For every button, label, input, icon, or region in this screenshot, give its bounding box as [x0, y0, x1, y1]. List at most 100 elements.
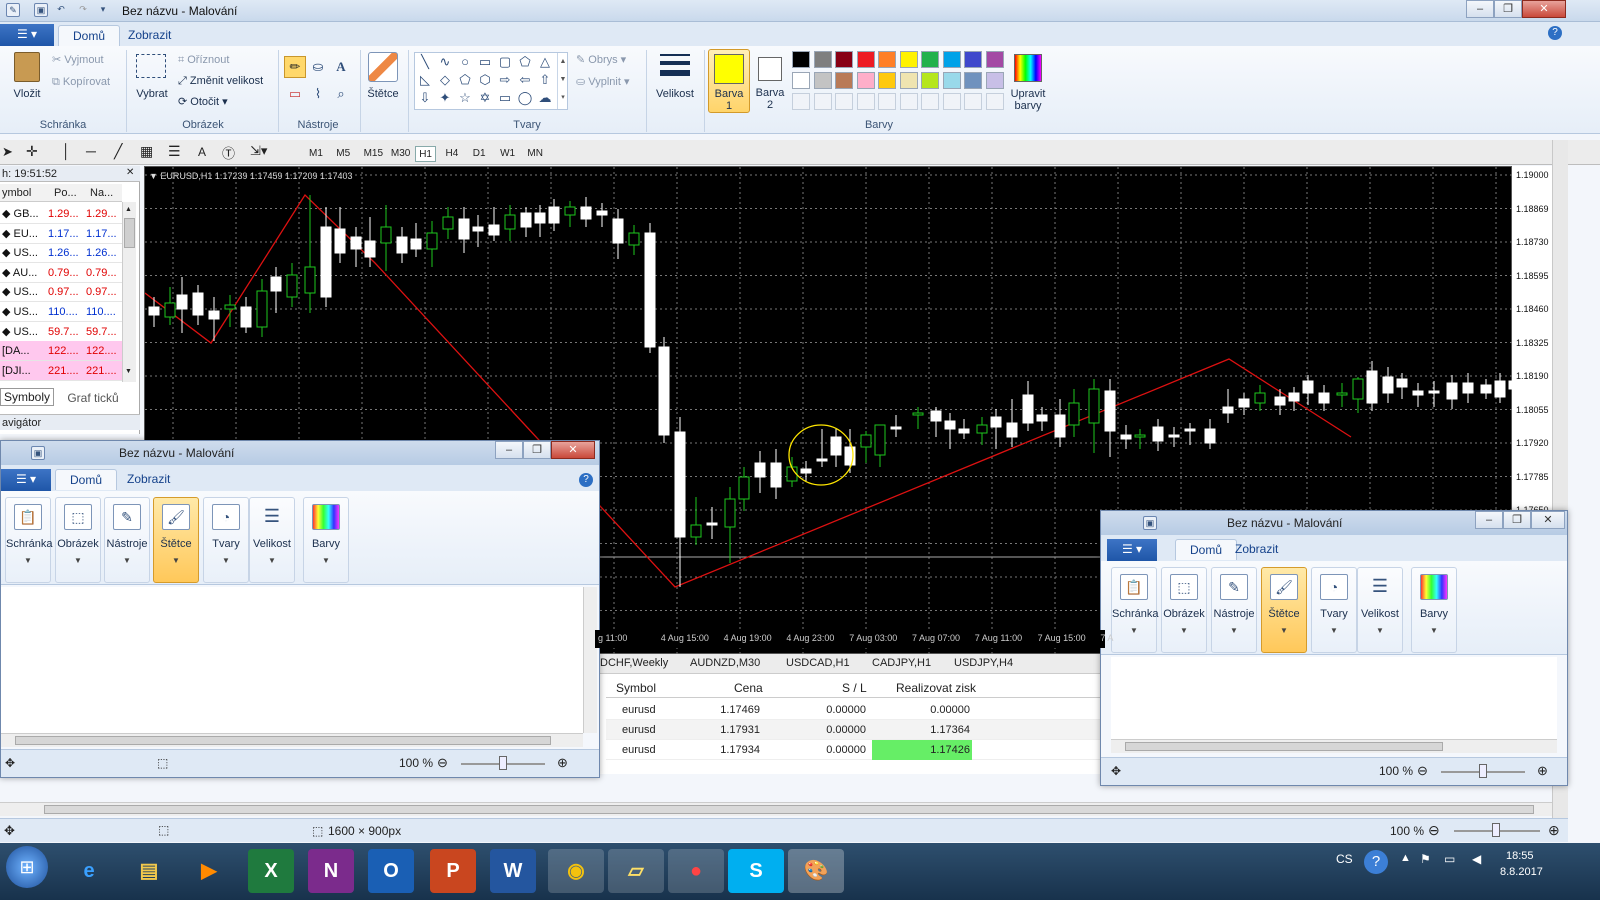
timeframe-m15[interactable]: M15	[361, 146, 386, 162]
palette-empty-slot[interactable]	[856, 93, 875, 110]
star5-shape-icon[interactable]: ☆	[457, 90, 473, 106]
zoom-slider-thumb[interactable]	[1479, 764, 1487, 778]
palette-color[interactable]	[942, 51, 961, 68]
market-watch-row[interactable]: ◆ GB... 1.29... 1.29...	[0, 204, 122, 224]
paint-left-image-button[interactable]: ⬚ Obrázek ▼	[55, 497, 101, 583]
paint-right-tab-view[interactable]: Zobrazit	[1221, 539, 1292, 560]
paint-left-close[interactable]: ✕	[551, 441, 595, 459]
paint-left-clipboard-button[interactable]: 📋 Schránka ▼	[5, 497, 52, 583]
outlook-icon[interactable]: O	[368, 849, 414, 893]
zoom-out-icon[interactable]: ⊖	[437, 755, 448, 771]
language-indicator[interactable]: CS	[1336, 852, 1353, 866]
main-hscroll[interactable]	[0, 802, 1552, 816]
palette-empty-slot[interactable]	[964, 93, 982, 110]
timeframe-m1[interactable]: M1	[306, 146, 326, 162]
paint-left-hscroll[interactable]	[1, 733, 583, 747]
shapes-scroll[interactable]: ▲ ▼ ▾	[557, 53, 568, 109]
zoom-in-icon[interactable]: ⊕	[557, 755, 568, 771]
market-watch-row[interactable]: [DJI... 221.... 221....	[0, 360, 122, 381]
star6-shape-icon[interactable]: ✡	[477, 90, 493, 106]
paint-left-shapes-button[interactable]: ◔ Tvary ▼	[203, 497, 249, 583]
market-watch-row[interactable]: ◆ US... 0.97... 0.97...	[0, 282, 122, 303]
paint-right-restore[interactable]: ❐	[1503, 511, 1531, 529]
close-button[interactable]: ✕	[1522, 0, 1566, 18]
polygon-shape-icon[interactable]: ⬠	[517, 54, 533, 70]
paint-left-minimize[interactable]: –	[495, 441, 523, 459]
file-menu-button[interactable]: ☰ ▾	[0, 24, 54, 46]
palette-empty-slot[interactable]	[835, 93, 853, 110]
rectangle-shape-icon[interactable]: ▭	[477, 54, 493, 70]
cut-button[interactable]: ✂ Vyjmout	[52, 52, 104, 68]
paint-right-save-icon[interactable]: ▣	[1143, 516, 1157, 530]
rounded-rect-shape-icon[interactable]: ▢	[497, 54, 513, 70]
market-watch-row[interactable]: [DA... 122.... 122....	[0, 341, 122, 362]
paint-right-hscroll[interactable]	[1111, 739, 1557, 753]
resize-button[interactable]: ⤢ Změnit velikost	[178, 73, 263, 89]
callout-oval-shape-icon[interactable]: ◯	[517, 90, 533, 106]
close-panel-icon[interactable]: ✕	[126, 167, 134, 178]
paste-button[interactable]: Vložit	[8, 50, 46, 112]
outline-button[interactable]: ✎ Obrys ▾	[576, 52, 626, 68]
color-picker-icon[interactable]: ⌇	[310, 86, 326, 102]
paint-left-brushes-button[interactable]: 🖌 Štětce ▼	[153, 497, 199, 583]
palette-color[interactable]	[813, 72, 832, 89]
paint-left-help-icon[interactable]: ?	[579, 473, 593, 487]
clock-date[interactable]: 8.8.2017	[1500, 866, 1543, 878]
palette-color[interactable]	[921, 72, 939, 89]
arrow-left-shape-icon[interactable]: ⇦	[517, 72, 533, 88]
palette-color[interactable]	[792, 51, 810, 68]
paint-left-file-menu[interactable]: ☰ ▾	[1, 469, 51, 491]
arrows-icon[interactable]: ⇲▾	[250, 143, 267, 159]
palette-color[interactable]	[835, 51, 853, 68]
market-watch-scrollbar[interactable]: ▲ ▼	[122, 202, 136, 382]
restore-button[interactable]: ❐	[1494, 0, 1522, 18]
paint-left-vscroll[interactable]	[583, 587, 597, 733]
horizontal-line-icon[interactable]: ─	[86, 143, 96, 159]
palette-color[interactable]	[792, 72, 810, 89]
arrow-right-shape-icon[interactable]: ⇨	[497, 72, 513, 88]
paint-left-tools-button[interactable]: ✎ Nástroje ▼	[104, 497, 150, 583]
market-watch-row[interactable]: ◆ US... 59.7... 59.7...	[0, 322, 122, 342]
magnifier-icon[interactable]: ⌕	[333, 86, 349, 102]
palette-color[interactable]	[964, 72, 982, 89]
timeframe-mn[interactable]: MN	[524, 146, 546, 162]
paint-right-brushes-button[interactable]: 🖌 Štětce ▼	[1261, 567, 1307, 653]
color2-button[interactable]: Barva 2	[752, 49, 788, 113]
shapes-gallery[interactable]: ╲ ∿ ○ ▭ ▢ ⬠ △ ◺ ◇ ⬠ ⬡ ⇨ ⇦ ⇧ ⇩ ✦ ☆ ✡ ▭ ◯ …	[414, 52, 568, 110]
symbol-tab-dchf[interactable]: DCHF,Weekly	[600, 657, 668, 669]
channel-icon[interactable]: ▦	[140, 143, 153, 160]
palette-color[interactable]	[856, 72, 875, 89]
symbol-tab-audnzd[interactable]: AUDNZD,M30	[690, 657, 760, 669]
hexagon-shape-icon[interactable]: ⬡	[477, 72, 493, 88]
size-button[interactable]: Velikost	[652, 50, 698, 112]
text-label-icon[interactable]: A	[198, 145, 206, 159]
paint-left-tab-home[interactable]: Domů	[55, 469, 118, 490]
zoom-out-icon[interactable]: ⊖	[1428, 822, 1440, 839]
paint-right-image-button[interactable]: ⬚ Obrázek ▼	[1161, 567, 1207, 653]
oval-shape-icon[interactable]: ○	[457, 54, 473, 70]
market-watch-row[interactable]: ◆ EU... 1.17... 1.17...	[0, 224, 122, 244]
callout-rect-shape-icon[interactable]: ▭	[497, 90, 513, 106]
zoom-slider-thumb[interactable]	[499, 756, 507, 770]
palette-color[interactable]	[985, 51, 1004, 68]
ie-icon[interactable]: e	[66, 849, 112, 893]
pencil-tool-icon[interactable]: ✏	[284, 56, 306, 78]
palette-color[interactable]	[942, 72, 961, 89]
market-watch-row[interactable]: ◆ AU... 0.79... 0.79...	[0, 263, 122, 283]
zoom-in-icon[interactable]: ⊕	[1537, 763, 1548, 779]
timeframe-h4[interactable]: H4	[443, 146, 462, 162]
help-icon[interactable]: ?	[1548, 26, 1562, 40]
palette-empty-slot[interactable]	[813, 93, 832, 110]
palette-color[interactable]	[964, 51, 982, 68]
line-shape-icon[interactable]: ╲	[417, 54, 433, 70]
volume-icon[interactable]: ◀	[1472, 852, 1481, 866]
paint-left-restore[interactable]: ❐	[523, 441, 551, 459]
text-tool-icon[interactable]: A	[333, 59, 349, 75]
color1-button[interactable]: Barva 1	[708, 49, 750, 113]
trade-row[interactable]: eurusd 1.17934 0.00000 1.17426	[606, 740, 1100, 760]
palette-empty-slot[interactable]	[792, 93, 810, 110]
select-button[interactable]: Vybrat	[132, 50, 172, 112]
zoom-slider-thumb[interactable]	[1492, 823, 1500, 837]
paint-right-file-menu[interactable]: ☰ ▾	[1107, 539, 1157, 561]
zoom-in-icon[interactable]: ⊕	[1548, 822, 1560, 839]
